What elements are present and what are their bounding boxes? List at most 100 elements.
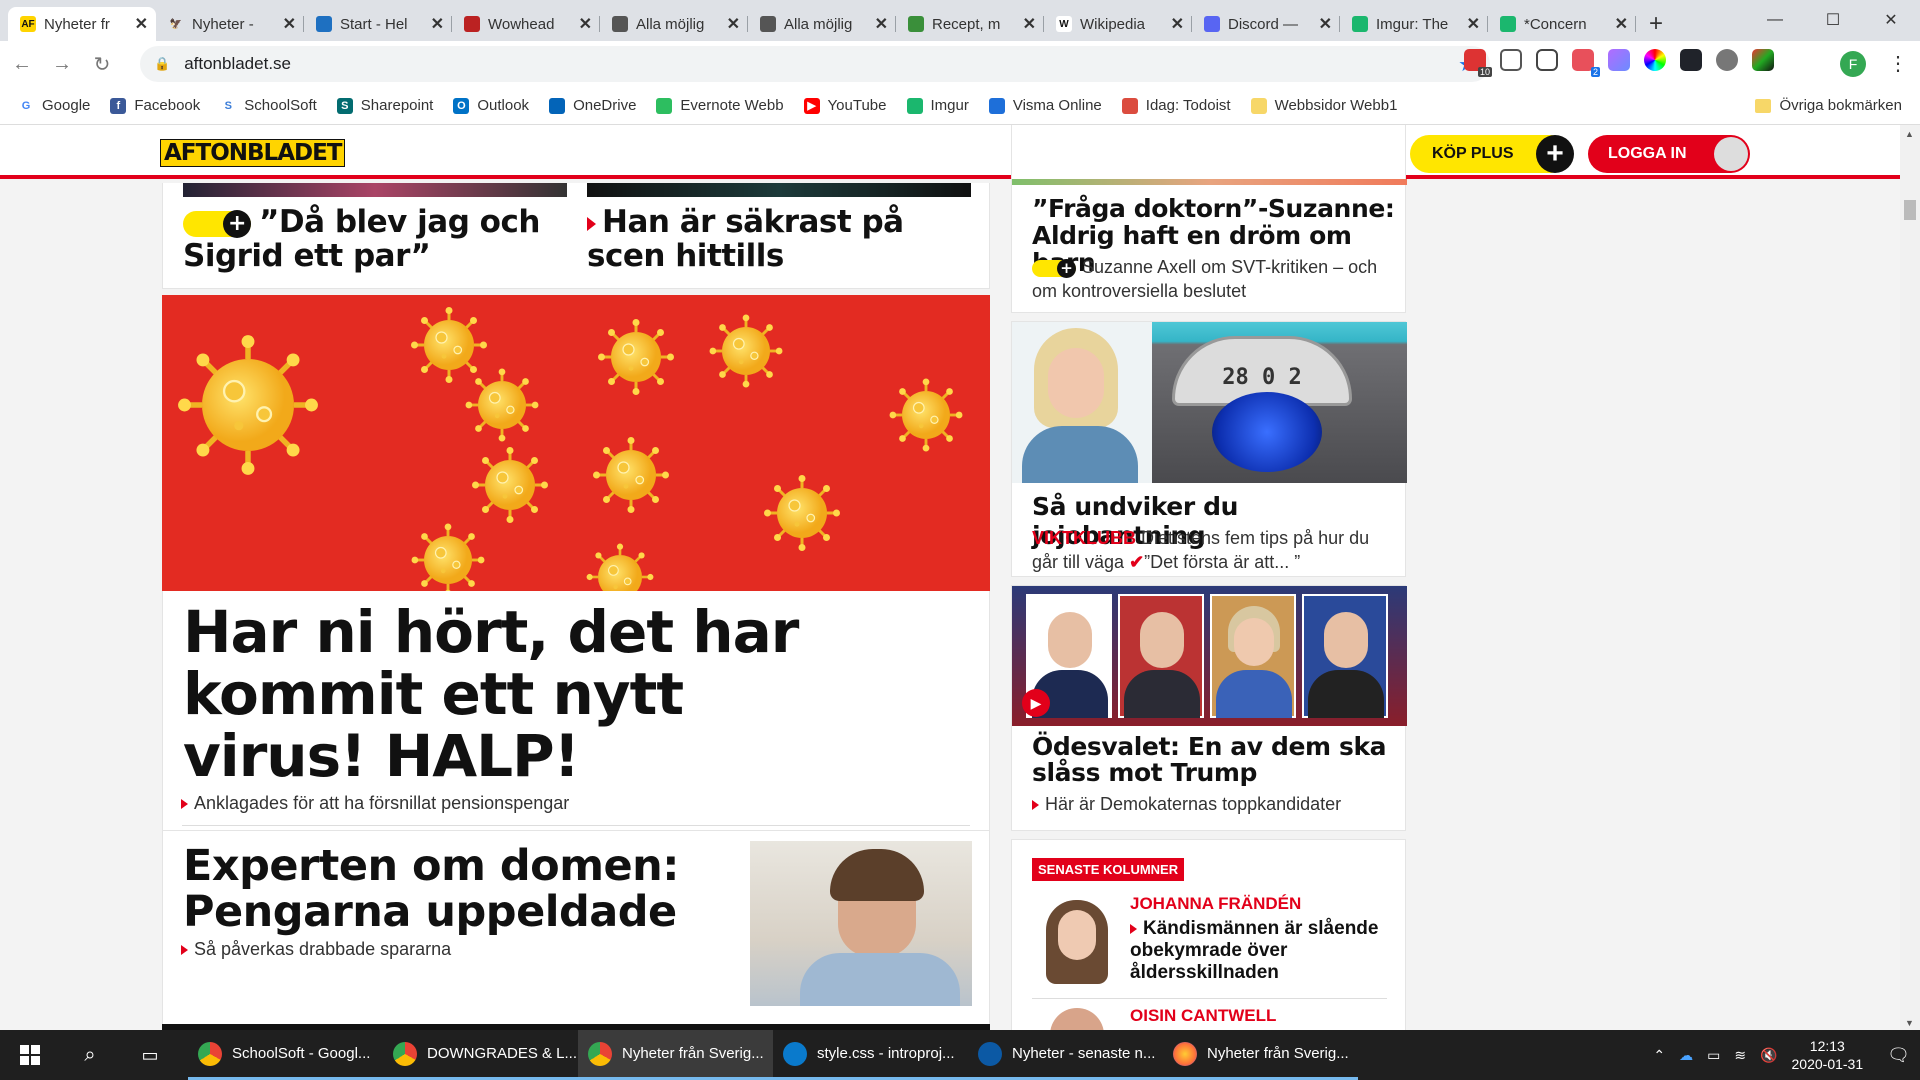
close-tab-icon[interactable]: ✕ [727, 14, 740, 34]
column-title-1[interactable]: Kändismännen är slående obekymrade över … [1130, 918, 1400, 984]
teaser-headline-a[interactable]: ”Då blev jag och Sigrid ett par” [183, 205, 567, 273]
doctor-sub[interactable]: Suzanne Axell om SVT-kritiken – och om k… [1032, 255, 1392, 303]
main-headline[interactable]: Har ni hört, det har kommit ett nytt vir… [183, 601, 883, 787]
close-tab-icon[interactable]: ✕ [1615, 14, 1628, 34]
diet-sub[interactable]: VIKTKLUBB Dietistens fem tips på hur du … [1032, 526, 1392, 574]
taskbar-item[interactable]: SchoolSoft - Googl... [188, 1030, 383, 1080]
taskbar-item[interactable]: Nyheter - senaste n... [968, 1030, 1163, 1080]
right-card-diet[interactable]: 28 0 2 Så undviker du jojobantning VIKTK… [1011, 321, 1407, 577]
columnist-author-1[interactable]: JOHANNA FRÄNDÉN [1130, 894, 1301, 914]
volume-muted-icon[interactable]: 🔇 [1760, 1047, 1777, 1064]
taskbar-item[interactable]: Nyheter från Sverig... [1163, 1030, 1358, 1080]
browser-tab[interactable]: Wowhead ✕ [452, 7, 600, 41]
right-card-doctor[interactable]: ”Fråga doktorn”-Suzanne: Aldrig haft en … [1011, 125, 1407, 313]
adblock-extension-icon[interactable]: 10 [1464, 49, 1492, 77]
clock[interactable]: 12:13 2020-01-31 [1792, 1037, 1864, 1073]
browser-tab[interactable]: Alla möjlig ✕ [748, 7, 896, 41]
right-card-election[interactable]: ▶ Ödesvalet: En av dem ska slåss mot Tru… [1011, 585, 1407, 831]
teaser-headline-b[interactable]: Han är säkrast på scen hittills [587, 205, 971, 273]
main-article[interactable]: Har ni hört, det har kommit ett nytt vir… [162, 591, 990, 831]
login-button[interactable]: LOGGA IN [1588, 135, 1750, 173]
chevron-up-icon[interactable]: ⌃ [1653, 1047, 1665, 1064]
browser-tab[interactable]: Imgur: The ✕ [1340, 7, 1488, 41]
expert-photo[interactable] [750, 841, 972, 1006]
close-tab-icon[interactable]: ✕ [1171, 14, 1184, 34]
browser-tab[interactable]: 🦅 Nyheter - ✕ [156, 7, 304, 41]
scroll-up-icon[interactable]: ▲ [1905, 129, 1914, 139]
back-button[interactable]: ← [4, 46, 40, 82]
second-subline[interactable]: Så påverkas drabbade spararna [181, 939, 451, 960]
onedrive-icon[interactable]: ☁ [1679, 1047, 1693, 1064]
close-tab-icon[interactable]: ✕ [1023, 14, 1036, 34]
minimize-button[interactable]: — [1746, 0, 1804, 40]
scrollbar-thumb[interactable] [1904, 200, 1916, 220]
bookmark-item[interactable]: S Sharepoint [336, 97, 433, 114]
play-extension-icon[interactable] [1716, 49, 1738, 71]
address-bar[interactable]: 🔒 aftonbladet.se ★ [140, 46, 1490, 82]
other-bookmarks[interactable]: Övriga bokmärken [1755, 97, 1902, 114]
close-tab-icon[interactable]: ✕ [1467, 14, 1480, 34]
forward-button[interactable]: → [44, 46, 80, 82]
video-play-icon[interactable]: ▶ [1022, 689, 1050, 717]
reload-button[interactable]: ↻ [84, 46, 120, 82]
close-tab-icon[interactable]: ✕ [1319, 14, 1332, 34]
bookmark-item[interactable]: G Google [18, 97, 90, 114]
aftonbladet-logo[interactable]: AFTONBLADET [160, 139, 346, 167]
search-icon[interactable]: ⌕ [60, 1030, 120, 1080]
maximize-button[interactable]: ☐ [1804, 0, 1862, 40]
taskbar-item[interactable]: DOWNGRADES & L... [383, 1030, 578, 1080]
new-tab-button[interactable]: + [1636, 7, 1676, 41]
scroll-down-icon[interactable]: ▼ [1905, 1018, 1914, 1028]
close-tab-icon[interactable]: ✕ [579, 14, 592, 34]
translate-extension-icon[interactable]: 2 [1572, 49, 1600, 77]
pocket-extension-icon[interactable] [1536, 49, 1558, 71]
bookmark-item[interactable]: S SchoolSoft [220, 97, 317, 114]
bookmark-item[interactable]: ▶ YouTube [803, 97, 887, 114]
page-scrollbar[interactable]: ▲ ▼ [1900, 125, 1920, 1030]
election-sub[interactable]: Här är Demokaternas toppkandidater [1032, 794, 1341, 815]
browser-tab[interactable]: Discord — ✕ [1192, 7, 1340, 41]
bookmark-item[interactable]: Idag: Todoist [1121, 97, 1231, 114]
browser-tab[interactable]: AF Nyheter fr ✕ [8, 7, 156, 41]
columnist-photo-1[interactable] [1040, 896, 1114, 984]
battery-icon[interactable]: ▭ [1707, 1047, 1720, 1064]
main-subline[interactable]: Anklagades för att ha försnillat pension… [181, 793, 569, 814]
second-headline[interactable]: Experten om domen: Pengarna uppeldade [183, 843, 683, 935]
virus-hero-image[interactable] [162, 295, 990, 591]
notifications-icon[interactable]: 🗨 [1887, 1045, 1910, 1066]
react-extension-icon[interactable] [1680, 49, 1702, 71]
close-tab-icon[interactable]: ✕ [875, 14, 888, 34]
bookmark-item[interactable]: Imgur [906, 97, 969, 114]
second-article[interactable]: Experten om domen: Pengarna uppeldade Så… [162, 831, 990, 1030]
todo-extension-icon[interactable] [1500, 49, 1522, 71]
election-headline[interactable]: Ödesvalet: En av dem ska slåss mot Trump [1032, 734, 1402, 786]
buy-plus-button[interactable]: KÖP PLUS + [1410, 135, 1574, 173]
close-tab-icon[interactable]: ✕ [431, 14, 444, 34]
columnist-photo-2[interactable] [1040, 1004, 1114, 1030]
columnist-author-2[interactable]: OISIN CANTWELL [1130, 1006, 1276, 1026]
browser-tab[interactable]: Alla möjlig ✕ [600, 7, 748, 41]
menu-icon[interactable]: ⋮ [1888, 51, 1908, 76]
bookmark-item[interactable]: Visma Online [988, 97, 1102, 114]
taskbar-item[interactable]: style.css - introproj... [773, 1030, 968, 1080]
color-picker-extension-icon[interactable] [1644, 49, 1666, 71]
bookmark-item[interactable]: Webbsidor Webb1 [1250, 97, 1397, 114]
teaser-image-b[interactable] [587, 183, 971, 197]
browser-tab[interactable]: Recept, m ✕ [896, 7, 1044, 41]
browser-tab[interactable]: *Concern ✕ [1488, 7, 1636, 41]
browser-tab[interactable]: W Wikipedia ✕ [1044, 7, 1192, 41]
feather-extension-icon[interactable] [1752, 49, 1774, 71]
browser-tab[interactable]: Start - Hel ✕ [304, 7, 452, 41]
close-window-button[interactable]: ✕ [1862, 0, 1920, 40]
taskbar-item[interactable]: Nyheter från Sverig... [578, 1030, 773, 1080]
task-view-icon[interactable]: ▭ [120, 1030, 180, 1080]
bookmark-item[interactable]: O Outlook [453, 97, 529, 114]
profile-avatar[interactable]: F [1840, 51, 1866, 77]
windows-start-icon[interactable] [0, 1030, 60, 1080]
pen-extension-icon[interactable] [1608, 49, 1630, 71]
teaser-image-a[interactable] [183, 183, 567, 197]
bookmark-item[interactable]: OneDrive [549, 97, 636, 114]
close-tab-icon[interactable]: ✕ [283, 14, 296, 34]
bookmark-item[interactable]: f Facebook [110, 97, 200, 114]
close-tab-icon[interactable]: ✕ [135, 14, 148, 34]
